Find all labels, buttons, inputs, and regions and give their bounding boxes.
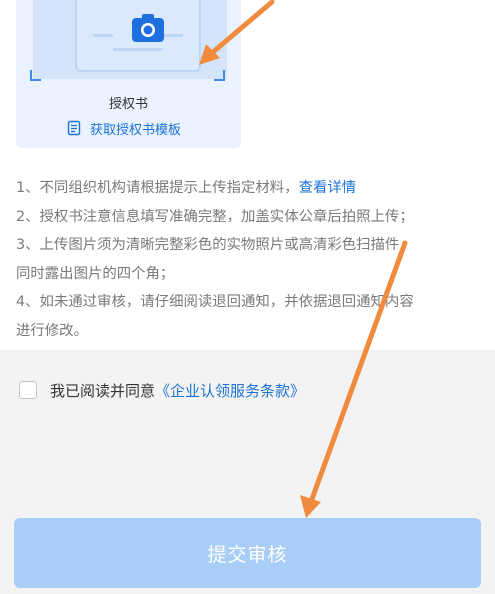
service-terms-link[interactable]: 《企业认领服务条款》	[155, 382, 305, 400]
frame-corner	[30, 70, 41, 81]
camera-icon[interactable]	[128, 6, 168, 46]
upload-card-title: 授权书	[108, 97, 148, 112]
get-template-link[interactable]: 获取授权书模板	[66, 118, 181, 138]
instruction-line: 3、上传图片须为清晰完整彩色的实物照片或高清彩色扫描件，	[16, 237, 414, 253]
agree-checkbox[interactable]	[19, 381, 37, 399]
get-template-label: 获取授权书模板	[90, 122, 182, 138]
view-details-link[interactable]: 查看详情	[299, 180, 357, 196]
upload-card[interactable]: 授权书 获取授权书模板	[16, 0, 241, 148]
instruction-line: 同时露出图片的四个角；	[16, 265, 175, 282]
document-line	[93, 34, 113, 37]
document-line	[113, 48, 163, 51]
upload-instructions: 1、不同组织机构请根据提示上传指定材料，查看详情 2、授权书注意信息填写准确完整…	[16, 174, 486, 345]
instruction-line: 4、如未通过审核，请仔细阅读退回通知，并依据退回通知内容	[16, 294, 414, 310]
instruction-line: 1、不同组织机构请根据提示上传指定材料，查看详情	[16, 174, 486, 203]
instruction-line: 2、授权书注意信息填写准确完整，加盖实体公章后拍照上传；	[16, 208, 414, 225]
submit-review-button[interactable]: 提交审核	[14, 518, 481, 588]
agreement-label: 我已阅读并同意《企业认领服务条款》	[50, 380, 305, 401]
agreement-section: 我已阅读并同意《企业认领服务条款》 提交审核	[0, 350, 495, 594]
instruction-text: 1、不同组织机构请根据提示上传指定材料，	[16, 180, 299, 196]
instruction-line: 进行修改。	[16, 322, 88, 339]
frame-corner	[214, 70, 225, 81]
document-icon	[67, 120, 81, 136]
upload-preview-area[interactable]	[33, 0, 227, 79]
agreement-prefix[interactable]: 我已阅读并同意	[50, 382, 155, 400]
